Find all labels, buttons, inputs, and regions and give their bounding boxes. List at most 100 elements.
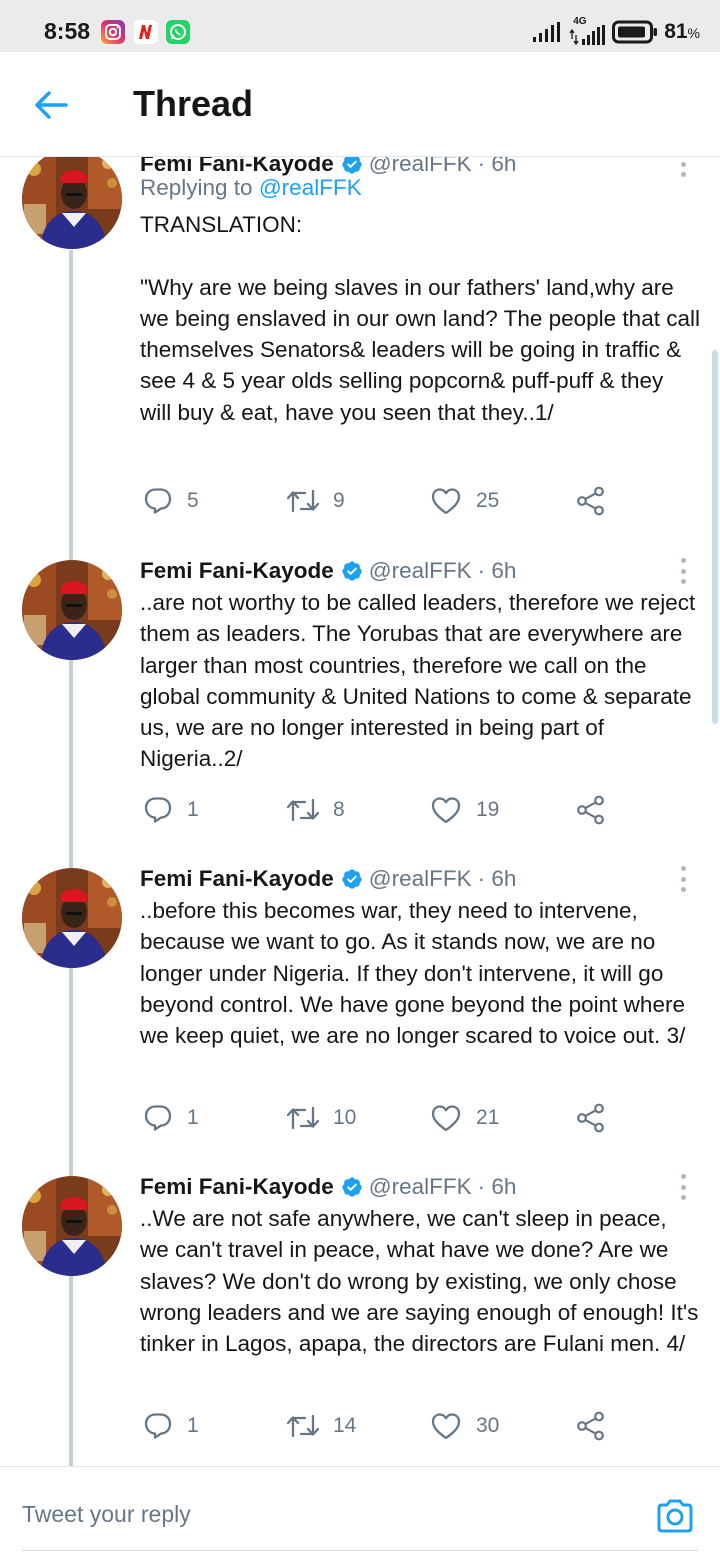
share-button[interactable]: [575, 1406, 607, 1446]
tweet-4[interactable]: Femi Fani-Kayode @realFFK · 6h ..We are …: [0, 1174, 720, 1466]
heart-icon: [430, 1103, 462, 1133]
tweet-3[interactable]: Femi Fani-Kayode @realFFK · 6h ..before …: [0, 866, 720, 1168]
retweet-count: 8: [333, 798, 345, 821]
whatsapp-icon: [166, 20, 190, 44]
retweet-button[interactable]: 14: [285, 1406, 356, 1446]
retweet-icon: [285, 1103, 321, 1133]
share-icon: [575, 1102, 607, 1134]
tweet-time: · 6h: [477, 157, 517, 176]
like-button[interactable]: 30: [430, 1406, 499, 1446]
reply-count: 1: [187, 1106, 199, 1129]
share-icon: [575, 485, 607, 517]
thread-feed[interactable]: Femi Fani-Kayode @realFFK · 6h Replying …: [0, 157, 720, 1466]
reply-input-underline: [22, 1550, 698, 1551]
scrollbar[interactable]: [712, 350, 718, 724]
replying-label: Replying to: [140, 175, 253, 200]
reply-button[interactable]: 1: [143, 1098, 199, 1138]
reply-count: 1: [187, 798, 199, 821]
tweet-header: Femi Fani-Kayode @realFFK · 6h: [140, 863, 516, 895]
reply-input[interactable]: Tweet your reply: [22, 1501, 191, 1528]
share-icon: [575, 794, 607, 826]
battery-value: 81: [664, 20, 688, 43]
reply-icon: [143, 1411, 173, 1441]
reply-icon: [143, 795, 173, 825]
battery-icon: [612, 20, 658, 44]
more-options-icon[interactable]: [672, 556, 694, 586]
status-bar: 8:58 4G 81%: [0, 0, 720, 52]
tweet-time: · 6h: [477, 1174, 517, 1199]
camera-button[interactable]: [655, 1496, 695, 1536]
replying-to: Replying to @realFFK: [140, 175, 362, 201]
reply-button[interactable]: 5: [143, 481, 199, 521]
tweet-2[interactable]: Femi Fani-Kayode @realFFK · 6h ..are not…: [0, 558, 720, 860]
reply-button[interactable]: 1: [143, 790, 199, 830]
verified-badge-icon: [341, 868, 363, 890]
back-button[interactable]: [28, 82, 74, 128]
replying-handle[interactable]: @realFFK: [259, 175, 362, 200]
battery-unit: %: [687, 25, 700, 41]
retweet-count: 14: [333, 1414, 357, 1437]
network-4g-signal: 4G: [568, 16, 606, 45]
reply-button[interactable]: 1: [143, 1406, 199, 1446]
retweet-button[interactable]: 10: [285, 1098, 356, 1138]
signal-icon: [533, 22, 561, 42]
retweet-count: 10: [333, 1106, 357, 1129]
arrow-left-icon: [35, 91, 68, 119]
like-count: 19: [476, 798, 500, 821]
tweet-time: · 6h: [477, 558, 517, 583]
author-name[interactable]: Femi Fani-Kayode: [140, 866, 334, 892]
author-name[interactable]: Femi Fani-Kayode: [140, 157, 334, 177]
avatar[interactable]: [22, 560, 122, 660]
tweet-actions: 5 9 25: [0, 481, 720, 521]
author-name[interactable]: Femi Fani-Kayode: [140, 558, 334, 584]
battery-level: 81%: [664, 20, 700, 44]
share-button[interactable]: [575, 1098, 607, 1138]
author-handle[interactable]: @realFFK: [369, 1174, 472, 1200]
share-button[interactable]: [575, 481, 607, 521]
more-options-icon[interactable]: [672, 157, 694, 179]
reply-composer[interactable]: Tweet your reply: [0, 1466, 720, 1561]
heart-icon: [430, 486, 462, 516]
verified-badge-icon: [341, 560, 363, 582]
status-time: 8:58: [44, 18, 91, 44]
author-handle[interactable]: @realFFK: [369, 866, 472, 892]
tweet-header: Femi Fani-Kayode @realFFK · 6h: [140, 555, 516, 587]
verified-badge-icon: [341, 157, 363, 175]
like-button[interactable]: 25: [430, 481, 499, 521]
share-icon: [575, 1410, 607, 1442]
retweet-icon: [285, 486, 321, 516]
avatar[interactable]: [22, 157, 122, 249]
header: Thread: [0, 52, 720, 157]
retweet-icon: [285, 795, 321, 825]
retweet-count: 9: [333, 489, 345, 512]
verified-badge-icon: [341, 1176, 363, 1198]
avatar[interactable]: [22, 1176, 122, 1276]
tweet-text: TRANSLATION: "Why are we being slaves in…: [140, 212, 700, 425]
tweet-time: · 6h: [477, 866, 517, 891]
heart-icon: [430, 795, 462, 825]
tweet-actions: 1 8 19: [0, 790, 720, 830]
retweet-icon: [285, 1411, 321, 1441]
instagram-icon: [101, 20, 125, 44]
tweet-text: ..before this becomes war, they need to …: [140, 898, 686, 1049]
tweet-1[interactable]: Femi Fani-Kayode @realFFK · 6h Replying …: [0, 157, 720, 539]
reply-count: 5: [187, 489, 199, 512]
author-handle[interactable]: @realFFK: [369, 157, 472, 177]
share-button[interactable]: [575, 790, 607, 830]
more-options-icon[interactable]: [672, 864, 694, 894]
retweet-button[interactable]: 9: [285, 481, 345, 521]
page-title: Thread: [133, 83, 254, 124]
more-options-icon[interactable]: [672, 1172, 694, 1202]
author-name[interactable]: Femi Fani-Kayode: [140, 1174, 334, 1200]
like-button[interactable]: 21: [430, 1098, 499, 1138]
like-count: 30: [476, 1414, 500, 1437]
reply-icon: [143, 486, 173, 516]
camera-icon: [657, 1499, 693, 1533]
reply-icon: [143, 1103, 173, 1133]
tweet-actions: 1 10 21: [0, 1098, 720, 1138]
author-handle[interactable]: @realFFK: [369, 558, 472, 584]
retweet-button[interactable]: 8: [285, 790, 345, 830]
like-button[interactable]: 19: [430, 790, 499, 830]
avatar[interactable]: [22, 868, 122, 968]
reply-count: 1: [187, 1414, 199, 1437]
